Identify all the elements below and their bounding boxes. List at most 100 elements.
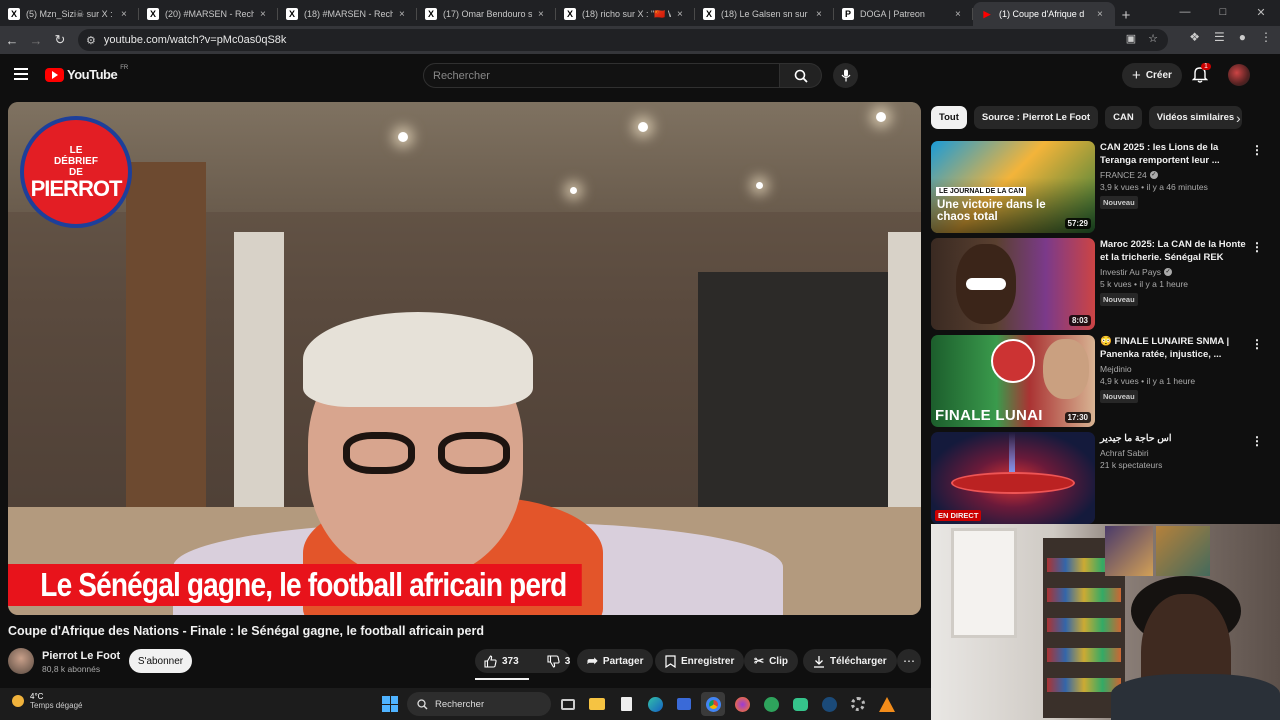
filter-chip[interactable]: Source : Pierrot Le Foot bbox=[973, 106, 1099, 129]
media-icon[interactable]: ☰ bbox=[1214, 30, 1225, 44]
channel-avatar[interactable] bbox=[8, 648, 34, 674]
firefox-icon[interactable] bbox=[730, 692, 754, 716]
voice-search-button[interactable] bbox=[833, 63, 858, 88]
more-vertical-icon[interactable]: ⋮ bbox=[1251, 434, 1263, 448]
more-vertical-icon[interactable]: ⋮ bbox=[1251, 143, 1263, 157]
channel-name[interactable]: Pierrot Le Foot bbox=[42, 650, 120, 662]
green-app-icon[interactable] bbox=[759, 692, 783, 716]
dislike-count: 3 bbox=[564, 655, 571, 667]
close-tab-icon[interactable]: × bbox=[399, 9, 409, 20]
browser-tab[interactable]: ▶ (1) Coupe d'Afrique d × bbox=[973, 2, 1115, 26]
close-tab-icon[interactable]: × bbox=[955, 9, 965, 20]
close-tab-icon[interactable]: × bbox=[1097, 9, 1107, 20]
recommendation-thumbnail[interactable]: EN DIRECT bbox=[931, 432, 1095, 524]
steam-icon[interactable] bbox=[817, 692, 841, 716]
close-tab-icon[interactable]: × bbox=[538, 9, 548, 20]
account-avatar[interactable] bbox=[1228, 64, 1250, 86]
store-icon[interactable] bbox=[672, 692, 696, 716]
browser-tab[interactable]: X (18) richo sur X : "🇨🇳 WAT × bbox=[556, 2, 695, 26]
recommendation-channel[interactable]: Mejdinio bbox=[1100, 364, 1132, 374]
create-label: Créer bbox=[1145, 70, 1172, 81]
clip-button[interactable]: ✂ Clip bbox=[744, 649, 798, 673]
share-button[interactable]: ➦ Partager bbox=[577, 649, 654, 673]
forward-icon[interactable]: → bbox=[24, 28, 48, 52]
weather-widget[interactable]: 4°C Temps dégagé bbox=[12, 692, 82, 710]
chrome-icon[interactable] bbox=[701, 692, 725, 716]
cast-icon[interactable]: ▣ bbox=[1126, 32, 1136, 45]
new-badge: Nouveau bbox=[1100, 293, 1138, 306]
document-icon[interactable] bbox=[614, 692, 638, 716]
recommendation-title[interactable]: Maroc 2025: La CAN de la Honte et la tri… bbox=[1100, 238, 1250, 264]
discord-like-icon[interactable] bbox=[788, 692, 812, 716]
edge-icon[interactable] bbox=[643, 692, 667, 716]
recommendation-thumbnail[interactable]: 8:03 bbox=[931, 238, 1095, 330]
chrome-menu-icon[interactable]: ⋮ bbox=[1260, 30, 1272, 44]
browser-tab[interactable]: X (18) Le Galsen sn sur X : " × bbox=[695, 2, 834, 26]
badge-line-4: PIERROT bbox=[30, 175, 123, 201]
maximize-icon[interactable]: □ bbox=[1204, 0, 1242, 24]
recommendation-title[interactable]: 😳 FINALE LUNAIRE SNMA | Panenka ratée, i… bbox=[1100, 335, 1250, 361]
recommendation-channel[interactable]: Achraf Sabiri bbox=[1100, 448, 1149, 458]
browser-tab[interactable]: X (18) #MARSEN - Recherche × bbox=[278, 2, 417, 26]
file-explorer-icon[interactable] bbox=[585, 692, 609, 716]
close-tab-icon[interactable]: × bbox=[677, 9, 687, 20]
more-vertical-icon[interactable]: ⋮ bbox=[1251, 240, 1263, 254]
youtube-play-icon bbox=[45, 67, 64, 82]
close-tab-icon[interactable]: × bbox=[121, 9, 131, 20]
filter-chip[interactable]: CAN bbox=[1105, 106, 1142, 129]
create-button[interactable]: + Créer bbox=[1122, 63, 1182, 88]
recommendation-item[interactable]: EN DIRECT اس حاجة ما جيدير Achraf Sabiri… bbox=[931, 432, 1271, 525]
site-info-icon[interactable]: ⚙ bbox=[86, 34, 96, 47]
filter-chip[interactable]: Vidéos similaires bbox=[1148, 106, 1243, 129]
recommendation-item[interactable]: FINALE LUNAI 17:30 😳 FINALE LUNAIRE SNMA… bbox=[931, 335, 1271, 428]
browser-tab[interactable]: X (5) Mzn_Sizi☠ sur X : "L'a × bbox=[0, 2, 139, 26]
recommendation-meta: 21 k spectateurs bbox=[1100, 460, 1163, 470]
new-tab-icon[interactable]: + bbox=[1115, 4, 1137, 26]
search-input[interactable]: Rechercher bbox=[423, 63, 780, 88]
download-button[interactable]: Télécharger bbox=[803, 649, 897, 673]
task-view-icon[interactable] bbox=[556, 692, 580, 716]
recommendation-title[interactable]: CAN 2025 : les Lions de la Teranga rempo… bbox=[1100, 141, 1250, 167]
recommendation-channel[interactable]: Investir Au Pays bbox=[1100, 267, 1161, 277]
browser-tab-title: (18) richo sur X : "🇨🇳 WAT bbox=[582, 8, 671, 19]
more-vertical-icon[interactable]: ⋮ bbox=[1251, 337, 1263, 351]
youtube-logo[interactable]: YouTube FR bbox=[45, 65, 128, 82]
hamburger-menu-icon[interactable] bbox=[14, 68, 28, 80]
minimize-icon[interactable]: — bbox=[1166, 0, 1204, 24]
browser-tab-title: (20) #MARSEN - Recherche bbox=[165, 9, 254, 19]
save-button[interactable]: Enregistrer bbox=[655, 649, 745, 673]
start-button[interactable] bbox=[378, 692, 402, 716]
bookmark-star-icon[interactable]: ☆ bbox=[1148, 32, 1158, 45]
extensions-icon[interactable]: ❖ bbox=[1189, 30, 1200, 44]
dislike-button[interactable]: 3 bbox=[538, 649, 580, 673]
back-icon[interactable]: ← bbox=[0, 28, 24, 52]
reload-icon[interactable]: ↻ bbox=[48, 28, 72, 52]
recommendation-title[interactable]: اس حاجة ما جيدير bbox=[1100, 432, 1250, 445]
search-button[interactable] bbox=[780, 63, 822, 88]
recommendation-channel[interactable]: FRANCE 24 bbox=[1100, 170, 1147, 180]
recommendation-thumbnail[interactable]: FINALE LUNAI 17:30 bbox=[931, 335, 1095, 427]
filter-chip[interactable]: Tout bbox=[931, 106, 967, 129]
close-tab-icon[interactable]: × bbox=[260, 9, 270, 20]
vlc-icon[interactable] bbox=[875, 692, 899, 716]
recommendation-info: Maroc 2025: La CAN de la Honte et la tri… bbox=[1100, 238, 1250, 307]
settings-icon[interactable] bbox=[846, 692, 870, 716]
share-icon: ➦ bbox=[587, 653, 598, 668]
subscribe-button[interactable]: S'abonner bbox=[129, 649, 192, 673]
notifications-button[interactable]: 1 bbox=[1191, 63, 1211, 84]
close-tab-icon[interactable]: × bbox=[816, 9, 826, 20]
video-player[interactable]: LE DÉBRIEF DE PIERROT Le Sénégal gagne, … bbox=[8, 102, 921, 615]
more-actions-button[interactable]: ⋯ bbox=[897, 649, 921, 673]
browser-tab[interactable]: X (17) Omar Bendouro sur X × bbox=[417, 2, 556, 26]
profile-icon[interactable]: ● bbox=[1239, 30, 1246, 44]
browser-tab[interactable]: X (20) #MARSEN - Recherche × bbox=[139, 2, 278, 26]
browser-tab[interactable]: P DOGA | Patreon × bbox=[834, 2, 973, 26]
recommendation-thumbnail[interactable]: LE JOURNAL DE LA CAN Une victoire dans l… bbox=[931, 141, 1095, 233]
close-window-icon[interactable]: ✕ bbox=[1242, 0, 1280, 24]
like-button[interactable]: 373 bbox=[475, 649, 528, 673]
taskbar-search[interactable]: Rechercher bbox=[407, 692, 551, 716]
recommendation-item[interactable]: LE JOURNAL DE LA CAN Une victoire dans l… bbox=[931, 141, 1271, 234]
chevron-right-icon[interactable]: › bbox=[1236, 110, 1241, 126]
recommendation-item[interactable]: 8:03 Maroc 2025: La CAN de la Honte et l… bbox=[931, 238, 1271, 331]
address-bar[interactable]: ⚙ youtube.com/watch?v=pMc0as0qS8k ▣ ☆ bbox=[78, 29, 1168, 51]
